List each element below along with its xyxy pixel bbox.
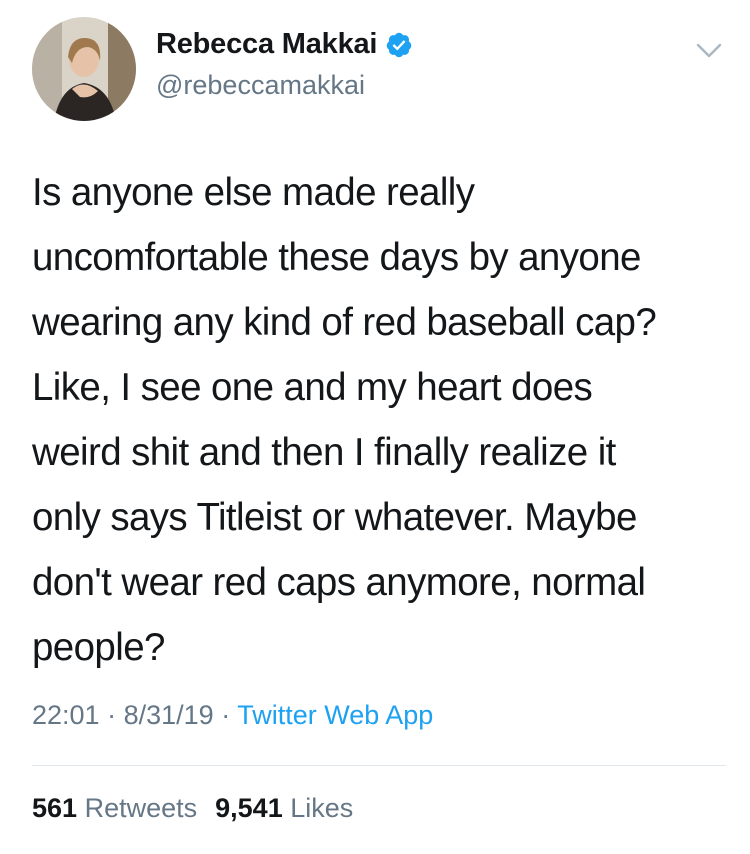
chevron-down-icon[interactable]: [692, 36, 726, 66]
verified-badge-icon: [387, 32, 412, 57]
tweet-text-line: Like, I see one and my heart does: [32, 366, 593, 409]
tweet-text: Is anyone else made really uncomfortable…: [32, 160, 727, 680]
tweet-text-line: uncomfortable these days by anyone: [32, 236, 641, 279]
tweet-date[interactable]: 8/31/19: [124, 700, 214, 730]
tweet-text-line: wearing any kind of red baseball cap?: [32, 301, 657, 344]
tweet-text-line: don't wear red caps anymore, normal: [32, 561, 646, 604]
tweet-stats: 561 Retweets 9,541 Likes: [32, 793, 353, 824]
likes-stat[interactable]: 9,541 Likes: [215, 793, 353, 824]
tweet-source-link[interactable]: Twitter Web App: [237, 700, 433, 730]
avatar-image: [32, 17, 136, 121]
tweet-text-line: Is anyone else made really: [32, 171, 475, 214]
tweet-header: Rebecca Makkai @rebeccamakkai: [0, 0, 750, 140]
likes-count: 9,541: [215, 793, 283, 823]
tweet-text-line: people?: [32, 626, 165, 669]
tweet-text-line: only says Titleist or whatever. Maybe: [32, 496, 637, 539]
author-name-row[interactable]: Rebecca Makkai: [156, 28, 413, 61]
likes-label: Likes: [290, 793, 354, 823]
tweet-metadata: 22:01 · 8/31/19 · Twitter Web App: [32, 700, 433, 731]
meta-separator: ·: [221, 700, 231, 730]
retweets-label: Retweets: [84, 793, 198, 823]
author-handle[interactable]: @rebeccamakkai: [156, 70, 365, 101]
meta-separator: ·: [107, 700, 117, 730]
retweets-stat[interactable]: 561 Retweets: [32, 793, 197, 824]
tweet-time[interactable]: 22:01: [32, 700, 100, 730]
retweets-count: 561: [32, 793, 78, 823]
divider: [32, 765, 726, 766]
display-name[interactable]: Rebecca Makkai: [156, 28, 377, 61]
avatar[interactable]: [32, 17, 136, 121]
tweet-text-line: weird shit and then I finally realize it: [32, 431, 616, 474]
